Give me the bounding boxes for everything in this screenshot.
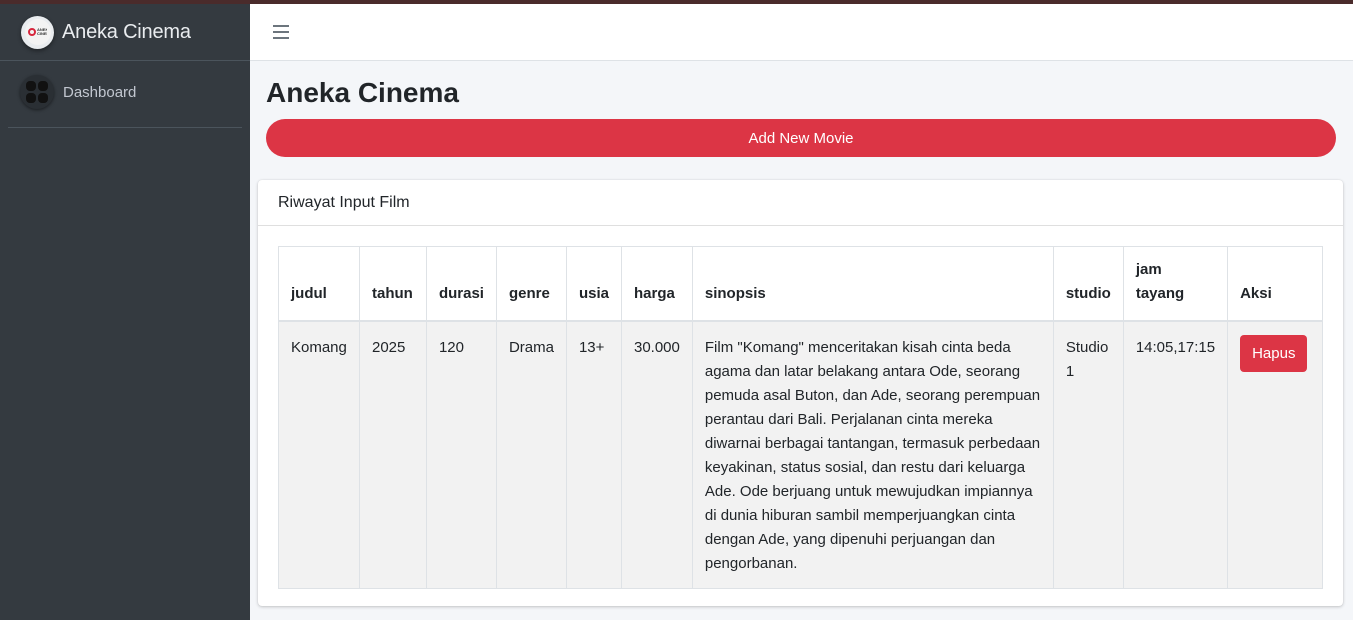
column-header-aksi: Aksi xyxy=(1227,246,1323,321)
card-header: Riwayat Input Film xyxy=(258,180,1343,226)
movie-table: judul tahun durasi genre usia harga sino… xyxy=(278,246,1323,589)
logo-mark-icon xyxy=(28,28,36,36)
add-new-movie-button[interactable]: Add New Movie xyxy=(266,119,1336,157)
sidebar-nav: Dashboard xyxy=(8,61,242,128)
cell-durasi: 120 xyxy=(425,320,497,589)
table-row: Komang 2025 120 Drama 13+ 30.000 Film "K… xyxy=(278,320,1323,589)
cell-usia: 13+ xyxy=(565,320,622,589)
logo-text: ANEKA CINEMA xyxy=(37,28,47,36)
column-header-harga: harga xyxy=(620,246,693,321)
brand-link[interactable]: ANEKA CINEMA Aneka Cinema xyxy=(0,4,250,61)
cell-sinopsis: Film "Komang" menceritakan kisah cinta b… xyxy=(691,320,1054,589)
cell-judul: Komang xyxy=(278,320,360,589)
dashboard-grid-icon xyxy=(20,75,54,109)
hamburger-icon[interactable] xyxy=(273,25,289,39)
main-content: Aneka Cinema Add New Movie Riwayat Input… xyxy=(250,61,1353,620)
delete-button[interactable]: Hapus xyxy=(1240,334,1308,372)
column-header-jam-tayang: jam tayang xyxy=(1122,246,1229,321)
cell-studio: Studio 1 xyxy=(1052,320,1124,589)
cell-genre: Drama xyxy=(495,320,567,589)
cell-tahun: 2025 xyxy=(358,320,427,589)
cell-jam-tayang: 14:05,17:15 xyxy=(1122,320,1229,589)
column-header-tahun: tahun xyxy=(358,246,427,321)
sidebar-item-label: Dashboard xyxy=(63,83,137,101)
brand-name: Aneka Cinema xyxy=(62,20,191,43)
column-header-genre: genre xyxy=(495,246,567,321)
sidebar: ANEKA CINEMA Aneka Cinema Dashboard xyxy=(0,4,250,620)
column-header-studio: studio xyxy=(1052,246,1124,321)
column-header-durasi: durasi xyxy=(425,246,497,321)
top-navbar xyxy=(250,4,1353,61)
table-wrapper: judul tahun durasi genre usia harga sino… xyxy=(278,246,1323,589)
column-header-sinopsis: sinopsis xyxy=(691,246,1054,321)
brand-logo: ANEKA CINEMA xyxy=(21,15,54,49)
cell-aksi: Hapus xyxy=(1227,320,1323,589)
column-header-judul: judul xyxy=(278,246,360,321)
sidebar-item-dashboard[interactable]: Dashboard xyxy=(8,75,242,109)
page-title: Aneka Cinema xyxy=(266,77,459,108)
cell-harga: 30.000 xyxy=(620,320,693,589)
column-header-usia: usia xyxy=(565,246,622,321)
table-header-row: judul tahun durasi genre usia harga sino… xyxy=(278,246,1323,321)
movie-history-card: Riwayat Input Film judul tahun durasi ge… xyxy=(258,180,1343,606)
